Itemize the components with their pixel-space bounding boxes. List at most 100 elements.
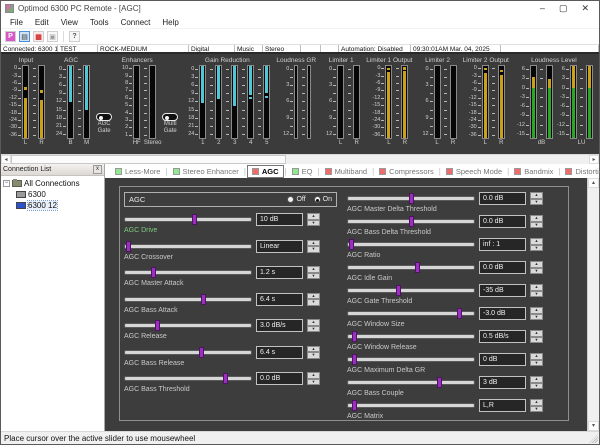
agc-off-radio[interactable]: Off: [287, 196, 305, 203]
tab-less-more[interactable]: Less-More: [111, 166, 164, 177]
slider-thumb[interactable]: [352, 400, 357, 411]
spinner-down-icon[interactable]: ▼: [307, 220, 320, 227]
tab-agc[interactable]: AGC: [247, 165, 284, 178]
preset-icon[interactable]: P: [5, 31, 16, 42]
tab-speech-mode[interactable]: Speech Mode: [442, 166, 506, 177]
meter-bar: [307, 65, 311, 139]
slider-thumb[interactable]: [199, 347, 204, 358]
slider-thumb[interactable]: [396, 285, 401, 296]
agc-gate-threshold-slider[interactable]: [347, 288, 475, 293]
agc-maximum-delta-gr-slider[interactable]: [347, 357, 475, 362]
spinner-down-icon[interactable]: ▼: [307, 326, 320, 333]
meters-icon[interactable]: ▦: [33, 31, 44, 42]
spinner-down-icon[interactable]: ▼: [307, 379, 320, 386]
slider-thumb[interactable]: [457, 308, 462, 319]
spinner-down-icon[interactable]: ▼: [307, 299, 320, 306]
agc-gate-button[interactable]: AGCGate: [96, 94, 112, 154]
meter-horizontal-scrollbar[interactable]: ◂ ▸: [1, 154, 599, 164]
tab-status-icon: [115, 168, 122, 175]
tree-item-6300[interactable]: 6300: [3, 189, 104, 200]
meter-bar-3: [231, 65, 238, 139]
spinner-down-icon[interactable]: ▼: [530, 360, 543, 367]
close-button[interactable]: ✕: [581, 4, 589, 13]
spinner-down-icon[interactable]: ▼: [530, 245, 543, 252]
slider-thumb[interactable]: [409, 216, 414, 227]
control-agc-drive: 10 dB▲▼AGC Drive: [124, 213, 337, 235]
slider-thumb[interactable]: [437, 377, 442, 388]
agc-bass-couple-slider[interactable]: [347, 380, 475, 385]
content-vertical-scrollbar[interactable]: ▴ ▾: [587, 178, 599, 431]
slider-thumb[interactable]: [126, 241, 131, 252]
spinner-down-icon[interactable]: ▼: [307, 352, 320, 359]
menu-edit[interactable]: Edit: [30, 17, 54, 28]
tab-distortion[interactable]: Distortion: [561, 166, 600, 177]
tree-item-6300-12[interactable]: 6300 12: [3, 200, 104, 211]
meter-bar-label: 4: [249, 139, 252, 147]
spinner-down-icon[interactable]: ▼: [307, 246, 320, 253]
agc-crossover-slider[interactable]: [124, 244, 252, 249]
agc-idle-gain-slider[interactable]: [347, 265, 475, 270]
spinner-down-icon[interactable]: ▼: [530, 291, 543, 298]
menu-file[interactable]: File: [5, 17, 28, 28]
scroll-down-icon[interactable]: ▾: [588, 421, 599, 431]
agc-window-release-slider[interactable]: [347, 334, 475, 339]
scroll-right-icon[interactable]: ▸: [589, 155, 599, 164]
menu-tools[interactable]: Tools: [85, 17, 114, 28]
save-icon[interactable]: ▣: [47, 31, 58, 42]
menu-connect[interactable]: Connect: [116, 17, 156, 28]
spinner-down-icon[interactable]: ▼: [530, 406, 543, 413]
agc-master-delta-threshold-slider[interactable]: [347, 196, 475, 201]
meter-bar-stereo: [149, 65, 156, 139]
tree-item-all-connections[interactable]: − All Connections: [3, 178, 104, 189]
multi-gate-button[interactable]: MultiGate: [162, 94, 178, 154]
maximize-button[interactable]: ▢: [559, 4, 568, 13]
scroll-left-icon[interactable]: ◂: [1, 155, 11, 164]
agc-ratio-slider[interactable]: [347, 242, 475, 247]
spinner-down-icon[interactable]: ▼: [530, 314, 543, 321]
collapse-icon[interactable]: −: [3, 180, 10, 187]
agc-drive-slider[interactable]: [124, 217, 252, 222]
agc-release-slider[interactable]: [124, 323, 252, 328]
agc-bass-threshold-slider[interactable]: [124, 376, 252, 381]
tab-compressors[interactable]: Compressors: [375, 166, 438, 177]
tab-eq[interactable]: EQ: [288, 166, 317, 177]
menu-help[interactable]: Help: [157, 17, 183, 28]
slider-thumb[interactable]: [349, 239, 354, 250]
document-icon[interactable]: ▤: [19, 31, 30, 42]
help-icon[interactable]: ?: [69, 31, 80, 42]
slider-thumb[interactable]: [223, 373, 228, 384]
control-label: AGC Bass Couple: [347, 389, 560, 398]
scrollbar-thumb[interactable]: [11, 155, 286, 164]
tab-stereo-enhancer[interactable]: Stereo Enhancer: [169, 166, 243, 177]
meter-bar-l: [482, 65, 489, 139]
slider-thumb[interactable]: [201, 294, 206, 305]
spinner-down-icon[interactable]: ▼: [307, 273, 320, 280]
spinner-down-icon[interactable]: ▼: [530, 337, 543, 344]
spinner-down-icon[interactable]: ▼: [530, 199, 543, 206]
slider-thumb[interactable]: [151, 267, 156, 278]
connection-list-close-icon[interactable]: x: [93, 165, 102, 174]
spinner-down-icon[interactable]: ▼: [530, 383, 543, 390]
slider-thumb[interactable]: [409, 193, 414, 204]
agc-window-size-slider[interactable]: [347, 311, 475, 316]
minimize-button[interactable]: –: [540, 4, 545, 13]
slider-thumb[interactable]: [415, 262, 420, 273]
slider-thumb[interactable]: [155, 320, 160, 331]
tab-multiband[interactable]: Multiband: [321, 166, 372, 177]
slider-thumb[interactable]: [192, 214, 197, 225]
resize-grip[interactable]: [589, 434, 598, 443]
meter-bar-r: [498, 65, 505, 139]
agc-bass-attack-slider[interactable]: [124, 297, 252, 302]
agc-master-attack-slider[interactable]: [124, 270, 252, 275]
menu-view[interactable]: View: [56, 17, 83, 28]
agc-bass-delta-threshold-slider[interactable]: [347, 219, 475, 224]
slider-thumb[interactable]: [352, 331, 357, 342]
slider-thumb[interactable]: [352, 354, 357, 365]
spinner-down-icon[interactable]: ▼: [530, 268, 543, 275]
spinner-down-icon[interactable]: ▼: [530, 222, 543, 229]
scroll-up-icon[interactable]: ▴: [588, 178, 599, 188]
agc-on-radio[interactable]: On: [314, 196, 332, 203]
agc-bass-release-slider[interactable]: [124, 350, 252, 355]
tab-bandmix[interactable]: Bandmix: [510, 166, 557, 177]
agc-matrix-slider[interactable]: [347, 403, 475, 408]
